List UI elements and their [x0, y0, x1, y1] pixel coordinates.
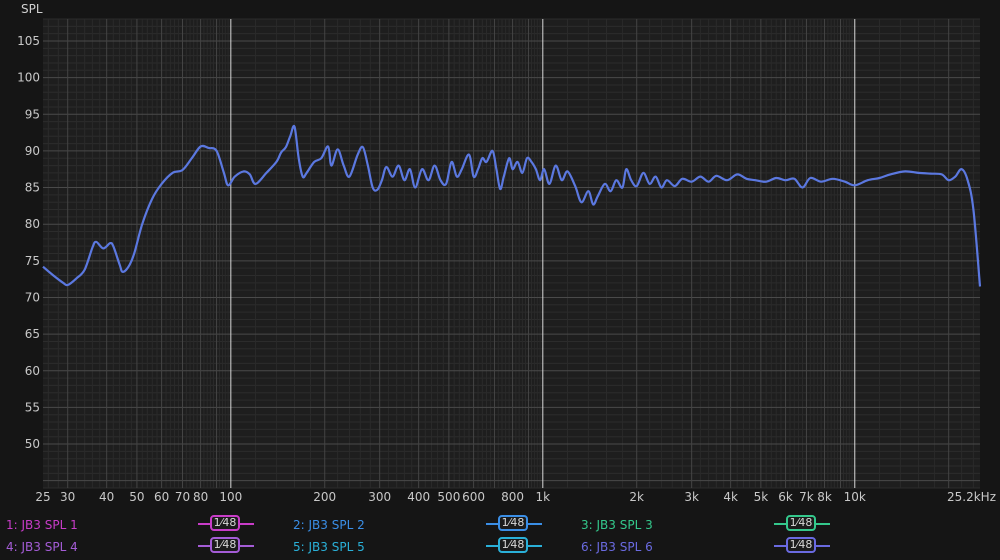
x-tick-label: 100: [219, 490, 242, 504]
legend-label: 3: JB3 SPL 3: [581, 518, 653, 532]
x-tick-label: 300: [368, 490, 391, 504]
x-tick-label: 25: [35, 490, 50, 504]
x-axis-ticks: 25 30 40 50 60 70 80 100 200 300 400 500 600 800 1k 2k 3…: [35, 490, 996, 504]
legend-label: 5: JB3 SPL 5: [293, 540, 365, 554]
y-tick-label: 85: [25, 181, 40, 195]
smoothing-control[interactable]: 1⁄48: [774, 537, 830, 555]
x-tick-label: 2k: [629, 490, 644, 504]
y-tick-label: 90: [25, 144, 40, 158]
y-axis-ticks: 50 55 60 65 70 75 80 85 90 95 100 105: [17, 34, 40, 451]
y-tick-label: 60: [25, 364, 40, 378]
y-tick-label: 75: [25, 254, 40, 268]
smoothing-value: 1⁄48: [210, 515, 240, 531]
x-tick-label: 800: [501, 490, 524, 504]
x-tick-label: 500: [437, 490, 460, 504]
smoothing-control[interactable]: 1⁄48: [198, 515, 254, 533]
smoothing-control[interactable]: 1⁄48: [774, 515, 830, 533]
x-tick-label: 3k: [684, 490, 699, 504]
x-tick-label: 7k: [799, 490, 814, 504]
x-tick-label: 5k: [754, 490, 769, 504]
x-tick-label: 8k: [817, 490, 832, 504]
smoothing-value: 1⁄48: [786, 537, 816, 553]
legend-label: 4: JB3 SPL 4: [6, 540, 78, 554]
y-tick-label: 50: [25, 437, 40, 451]
legend-label: 1: JB3 SPL 1: [6, 518, 78, 532]
x-tick-label: 80: [193, 490, 208, 504]
x-tick-label: 30: [60, 490, 75, 504]
y-tick-label: 105: [17, 34, 40, 48]
legend-label: 2: JB3 SPL 2: [293, 518, 365, 532]
smoothing-value: 1⁄48: [210, 537, 240, 553]
x-tick-label: 600: [462, 490, 485, 504]
x-tick-label: 1k: [536, 490, 551, 504]
x-tick-label: 6k: [778, 490, 793, 504]
x-tick-label: 400: [407, 490, 430, 504]
x-tick-label: 200: [313, 490, 336, 504]
y-axis-title: SPL: [21, 2, 43, 16]
x-tick-label: 10k: [844, 490, 866, 504]
y-tick-label: 80: [25, 217, 40, 231]
x-tick-label: 50: [129, 490, 144, 504]
x-tick-label: 70: [175, 490, 190, 504]
y-tick-label: 55: [25, 400, 40, 414]
y-tick-label: 65: [25, 327, 40, 341]
smoothing-control[interactable]: 1⁄48: [486, 537, 542, 555]
y-tick-label: 95: [25, 107, 40, 121]
x-tick-label: 60: [154, 490, 169, 504]
legend: 1: JB3 SPL 1 1⁄48 2: JB3 SPL 2 1⁄48 3: JB3 S…: [0, 512, 1000, 560]
x-tick-label: 25.2kHz: [947, 490, 996, 504]
y-tick-label: 70: [25, 290, 40, 304]
y-tick-label: 100: [17, 71, 40, 85]
spl-chart[interactable]: 50556065707580859095100105 25 30 40 50 60 70 8…: [0, 0, 1000, 512]
smoothing-value: 1⁄48: [498, 515, 528, 531]
smoothing-control[interactable]: 1⁄48: [198, 537, 254, 555]
smoothing-control[interactable]: 1⁄48: [486, 515, 542, 533]
smoothing-value: 1⁄48: [786, 515, 816, 531]
smoothing-value: 1⁄48: [498, 537, 528, 553]
legend-label: 6: JB3 SPL 6: [581, 540, 653, 554]
x-tick-label: 40: [99, 490, 114, 504]
x-tick-label: 4k: [723, 490, 738, 504]
